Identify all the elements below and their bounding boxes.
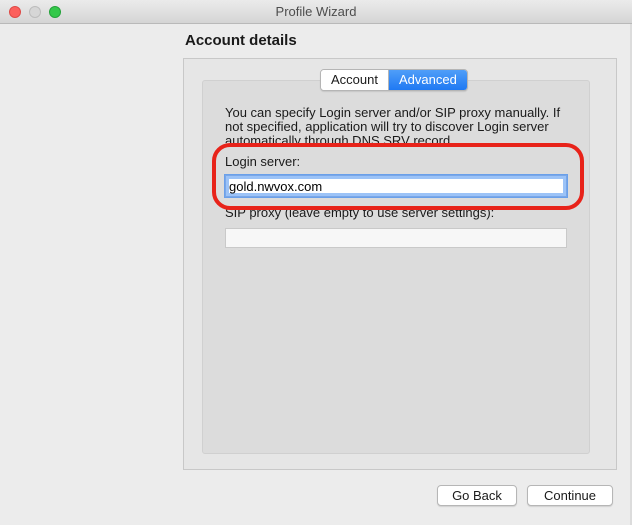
wizard-side-panel — [0, 24, 170, 525]
sip-proxy-input[interactable] — [225, 228, 567, 248]
advanced-description: You can specify Login server and/or SIP … — [225, 106, 561, 143]
login-server-label: Login server: — [225, 154, 301, 169]
tab-advanced[interactable]: Advanced — [388, 70, 467, 90]
page-title: Account details — [185, 32, 297, 49]
tab-bar: Account Advanced — [320, 69, 468, 91]
profile-wizard-window: Profile Wizard Account details Account A… — [0, 0, 632, 525]
title-bar: Profile Wizard — [0, 0, 632, 24]
sip-proxy-label: SIP proxy (leave empty to use server set… — [225, 205, 495, 220]
go-back-button[interactable]: Go Back — [437, 485, 517, 506]
tab-account[interactable]: Account — [321, 70, 389, 90]
continue-button[interactable]: Continue — [527, 485, 613, 506]
window-title: Profile Wizard — [275, 4, 357, 19]
login-server-input[interactable] — [225, 175, 567, 197]
